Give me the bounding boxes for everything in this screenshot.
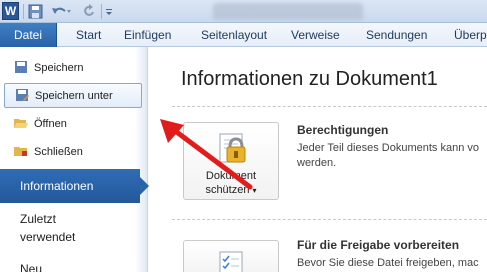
divider — [172, 219, 487, 220]
ribbon-tab-bar: Datei Start Einfügen Seitenlayout Verwei… — [0, 23, 487, 47]
nav-open-label: Öffnen — [34, 118, 67, 130]
tab-review[interactable]: Überp — [454, 23, 487, 47]
nav-open[interactable]: Öffnen — [4, 112, 142, 137]
tab-page-layout[interactable]: Seitenlayout — [201, 23, 267, 47]
window-title-blurred — [213, 3, 363, 20]
check-for-issues-button[interactable] — [183, 240, 279, 272]
nav-save-label: Speichern — [34, 62, 84, 74]
word-app-icon[interactable]: W — [2, 2, 19, 20]
redo-icon[interactable] — [82, 3, 96, 20]
checklist-icon — [219, 251, 243, 272]
permissions-text-2: werden. — [297, 157, 337, 169]
separator — [23, 4, 24, 19]
save-as-icon — [16, 89, 29, 101]
separator — [101, 4, 102, 19]
customize-quick-access-icon[interactable] — [105, 3, 114, 20]
nav-save-as-label: Speichern unter — [35, 90, 113, 102]
save-icon[interactable] — [28, 3, 44, 20]
tab-file[interactable]: Datei — [0, 23, 57, 47]
annotation-arrow — [160, 119, 253, 190]
tab-start[interactable]: Start — [76, 23, 101, 47]
share-text-1: Bevor Sie diese Datei freigeben, mac — [297, 257, 479, 269]
nav-save-as[interactable]: Speichern unter — [4, 83, 142, 108]
share-heading: Für die Freigabe vorbereiten — [297, 238, 460, 252]
nav-new[interactable]: Neu — [0, 261, 148, 272]
save-icon — [15, 61, 27, 73]
tab-insert[interactable]: Einfügen — [124, 23, 171, 47]
folder-close-icon — [14, 147, 27, 156]
folder-open-icon — [14, 119, 28, 128]
nav-recent-label-2: verwendet — [20, 230, 76, 244]
nav-recent[interactable]: Zuletzt verwendet — [0, 211, 148, 245]
selection-pointer — [140, 177, 149, 195]
nav-recent-label-1: Zuletzt — [20, 212, 57, 226]
nav-save[interactable]: Speichern — [4, 56, 142, 81]
nav-close[interactable]: Schließen — [4, 140, 142, 165]
permissions-text-1: Jeder Teil dieses Dokuments kann vo — [297, 142, 480, 154]
tab-mailings[interactable]: Sendungen — [366, 23, 427, 47]
nav-close-label: Schließen — [34, 146, 83, 158]
undo-icon[interactable] — [50, 3, 72, 20]
permissions-heading: Berechtigungen — [297, 123, 389, 137]
nav-info-selected[interactable]: Informationen — [0, 169, 140, 203]
tab-references[interactable]: Verweise — [291, 23, 340, 47]
title-bar: W — [0, 0, 487, 23]
page-title: Informationen zu Dokument1 — [181, 68, 438, 90]
divider — [172, 106, 487, 107]
